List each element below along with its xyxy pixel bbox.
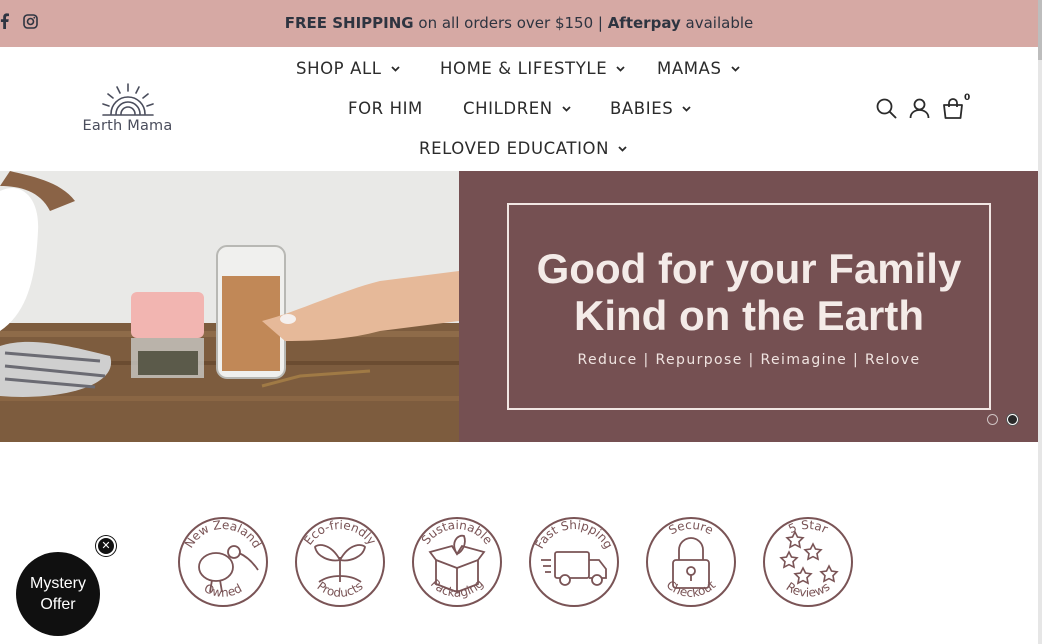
chevron-down-icon (616, 65, 625, 72)
announcement-bold-1: FREE SHIPPING (284, 14, 414, 32)
page-scrollbar[interactable] (1038, 0, 1042, 644)
nav-babies[interactable]: BABIES (610, 99, 691, 118)
nav-babies-label: BABIES (610, 99, 674, 118)
hero-frame: Good for your Family Kind on the Earth R… (507, 203, 991, 410)
hero-headline-line2: Kind on the Earth (574, 292, 924, 339)
badge-top-text: Eco-friendly (301, 518, 379, 548)
mystery-offer-line1: Mystery (30, 575, 86, 592)
announcement-text-2: available (680, 14, 754, 32)
scrollbar-thumb[interactable] (1038, 0, 1042, 60)
feature-badges: New Zealand Owned Eco-friendly Products (178, 512, 853, 612)
hero-headline-line1: Good for your Family (536, 245, 962, 292)
nav-for-him-label: FOR HIM (348, 99, 423, 118)
nav-children[interactable]: CHILDREN (463, 99, 571, 118)
hero-text-panel: Good for your Family Kind on the Earth R… (459, 171, 1038, 442)
svg-text:Fast Shipping: Fast Shipping (532, 518, 615, 551)
nav-mamas[interactable]: MAMAS (657, 59, 740, 78)
badge-top-text: 5 Star (786, 518, 830, 536)
badge-bottom-text: Owned (202, 581, 245, 600)
nav-children-label: CHILDREN (463, 99, 553, 118)
svg-text:Owned: Owned (202, 581, 245, 600)
badge-bottom-text: Products (314, 579, 365, 600)
logo-wordmark: Earth Mama (82, 118, 173, 134)
nav-shop-all-label: SHOP ALL (296, 59, 382, 78)
sun-logo-icon (102, 83, 154, 116)
badge-fast-shipping: Fast Shipping (529, 512, 619, 612)
nav-mamas-label: MAMAS (657, 59, 722, 78)
account-icon[interactable] (909, 98, 930, 123)
hero-tagline: Reduce | Repurpose | Reimagine | Relove (577, 352, 921, 368)
chevron-down-icon (730, 65, 740, 72)
lock-icon (672, 537, 710, 589)
chevron-down-icon (562, 105, 571, 112)
badge-secure-checkout: Secure Checkout (646, 512, 736, 612)
sprout-icon (314, 544, 366, 583)
announcement-text: FREE SHIPPING on all orders over $150 | … (0, 14, 1038, 32)
svg-text:Products: Products (314, 579, 365, 600)
hero-photo (0, 171, 459, 442)
hero-headline: Good for your Family Kind on the Earth (509, 245, 989, 339)
nav-shop-all[interactable]: SHOP ALL (296, 59, 400, 78)
badge-new-zealand-owned: New Zealand Owned (178, 512, 268, 612)
badge-5-star-reviews: 5 Star Reviews (763, 512, 853, 612)
svg-text:Eco-friendly: Eco-friendly (301, 518, 379, 548)
search-icon[interactable] (876, 98, 897, 123)
badge-sustainable-packaging: Sustainable Packaging (412, 512, 502, 612)
badge-top-text: Sustainable (419, 518, 496, 547)
chevron-down-icon (682, 105, 691, 112)
mystery-offer-button[interactable]: Mystery Offer (16, 552, 100, 636)
chevron-down-icon (390, 65, 400, 72)
cart-icon[interactable]: 0 (942, 93, 970, 123)
header-icons: 0 (876, 93, 970, 123)
svg-text:5 Star: 5 Star (786, 518, 830, 536)
cart-count: 0 (964, 93, 971, 103)
nav-reloved-education[interactable]: RELOVED EDUCATION (419, 139, 627, 158)
svg-text:Sustainable: Sustainable (419, 518, 496, 547)
announcement-bold-2: Afterpay (607, 14, 681, 32)
stars-icon (779, 530, 839, 585)
mystery-offer-line2: Offer (40, 596, 76, 613)
nav-home-lifestyle[interactable]: HOME & LIFESTYLE (440, 59, 625, 78)
slider-dot-2[interactable] (1007, 414, 1018, 425)
announcement-text-1: on all orders over $150 | (413, 14, 608, 32)
slider-dot-1[interactable] (987, 414, 998, 425)
close-icon[interactable]: ✕ (96, 536, 116, 556)
announcement-bar: FREE SHIPPING on all orders over $150 | … (0, 0, 1038, 47)
chevron-down-icon (618, 145, 627, 152)
badge-eco-friendly-products: Eco-friendly Products (295, 512, 385, 612)
badge-top-text: Fast Shipping (532, 518, 615, 551)
tea-infuser-illustration (0, 171, 459, 442)
nav-for-him[interactable]: FOR HIM (348, 99, 423, 118)
nav-reloved-education-label: RELOVED EDUCATION (419, 139, 610, 158)
hero-banner[interactable]: Good for your Family Kind on the Earth R… (0, 171, 1038, 442)
slider-dots (987, 414, 1018, 425)
svg-text:New Zealand: New Zealand (182, 518, 264, 551)
site-logo[interactable]: Earth Mama (80, 82, 175, 138)
badge-top-text: New Zealand (182, 518, 264, 551)
truck-icon (541, 551, 607, 586)
nav-home-lifestyle-label: HOME & LIFESTYLE (440, 59, 608, 78)
